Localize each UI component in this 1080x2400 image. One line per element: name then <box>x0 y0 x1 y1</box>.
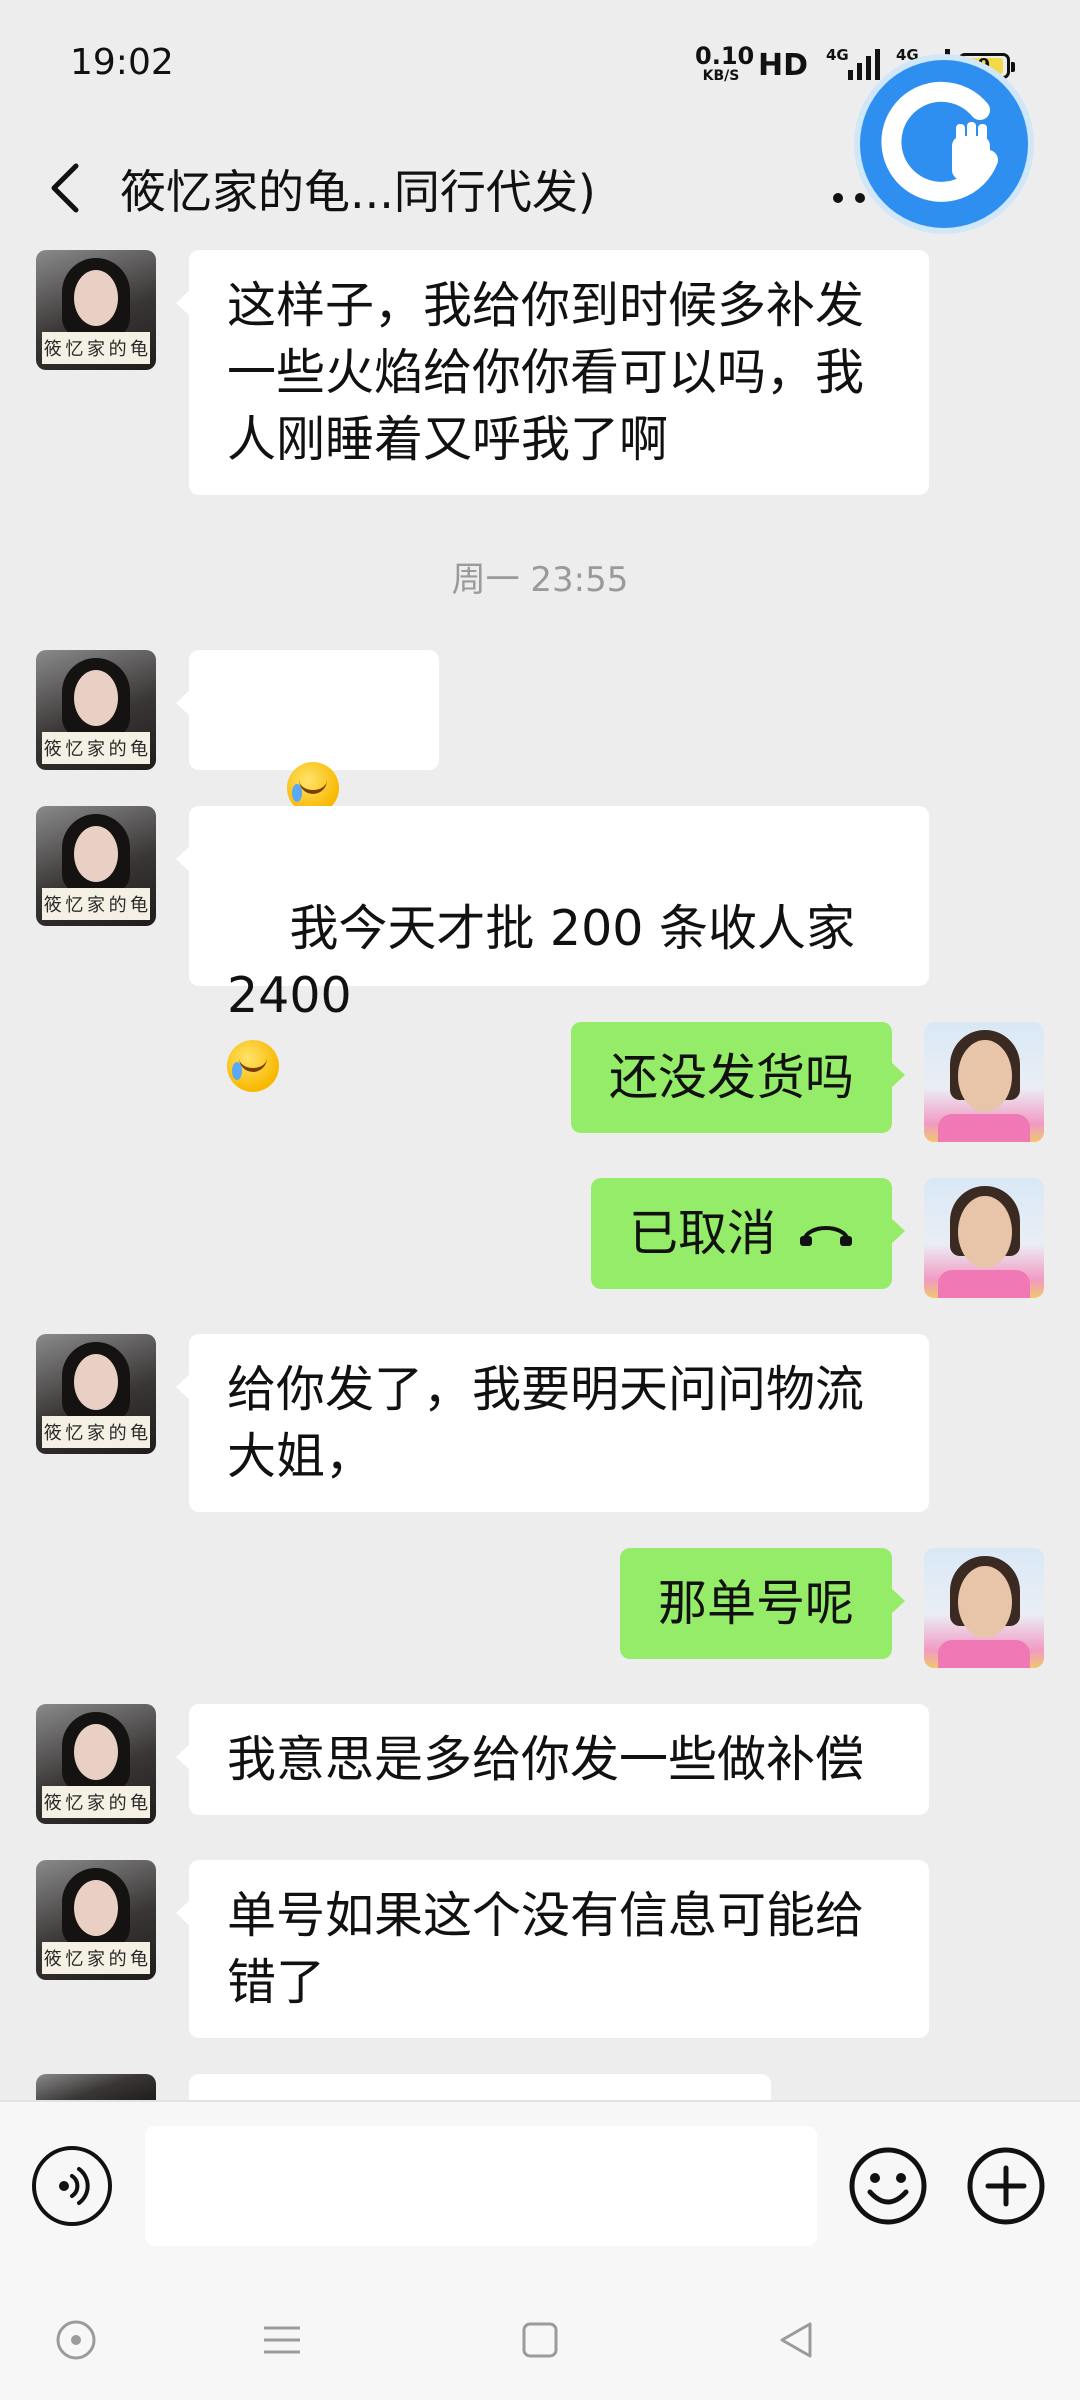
avatar-tag: 筱忆家的龟 <box>42 1416 150 1448</box>
square-icon <box>522 2322 558 2358</box>
contact-avatar[interactable]: 筱忆家的龟 <box>36 806 156 926</box>
avatar-tag: 筱忆家的龟 <box>42 1786 150 1818</box>
dot-circle-icon <box>56 2320 96 2360</box>
assistant-nav-button[interactable] <box>46 2310 106 2370</box>
emoji-button[interactable] <box>848 2146 928 2226</box>
network-speed-unit: KB/S <box>702 68 740 84</box>
avatar-tag: 筱忆家的龟 <box>42 332 150 364</box>
network-speed-value: 0.10 <box>695 42 755 70</box>
call-cancelled-bubble[interactable]: 已取消 <box>590 1178 906 1289</box>
fist-logo-icon <box>881 81 998 202</box>
signal-label: 4G <box>826 46 849 64</box>
back-nav-button[interactable] <box>766 2310 826 2370</box>
chevron-left-icon <box>51 163 79 213</box>
triangle-back-icon <box>780 2322 812 2358</box>
message-timestamp: 周一 23:55 <box>451 560 629 600</box>
message-bubble[interactable]: 那单号呢 <box>619 1548 906 1659</box>
message-bubble[interactable]: 我今天才批 200 条收人家 2400 <box>176 806 929 1092</box>
system-nav-bar <box>0 2280 1080 2400</box>
message-text: 已取消 <box>628 1205 776 1262</box>
home-nav-button[interactable] <box>510 2310 570 2370</box>
contact-avatar[interactable]: 筱忆家的龟 <box>36 250 156 370</box>
network-speed: 0.10 KB/S <box>695 42 755 84</box>
contact-avatar[interactable] <box>36 2074 156 2100</box>
status-time: 19:02 <box>70 42 174 83</box>
voice-input-button[interactable] <box>32 2146 112 2226</box>
voice-icon <box>59 2167 90 2205</box>
back-button[interactable] <box>30 148 110 228</box>
contact-avatar[interactable]: 筱忆家的龟 <box>36 1704 156 1824</box>
avatar-tag: 筱忆家的龟 <box>42 1942 150 1974</box>
menu-nav-button[interactable] <box>252 2310 312 2370</box>
crying-laughing-emoji-icon <box>227 1039 279 1092</box>
chat-title: 筱忆家的龟...同行代发) <box>120 165 596 219</box>
floating-app-logo[interactable] <box>860 60 1028 228</box>
plus-icon <box>967 2147 1045 2225</box>
my-avatar[interactable] <box>924 1548 1044 1668</box>
message-input[interactable] <box>145 2126 817 2246</box>
contact-avatar[interactable]: 筱忆家的龟 <box>36 650 156 770</box>
message-text: 我今天才批 200 条收人家 2400 <box>227 900 855 1024</box>
message-bubble[interactable]: 这样子，我给你到时候多补发 一些火焰给你你看可以吗，我 人刚睡着又呼我了啊 <box>176 250 929 495</box>
avatar-tag: 筱忆家的龟 <box>42 732 150 764</box>
my-avatar[interactable] <box>924 1178 1044 1298</box>
message-bubble[interactable]: 给你发了，我要明天问问物流 大姐， <box>176 1334 929 1512</box>
my-avatar[interactable] <box>924 1022 1044 1142</box>
message-bubble[interactable]: 还没发货吗 <box>570 1022 906 1133</box>
message-bubble[interactable]: 我意思是多给你发一些做补偿 <box>176 1704 929 1815</box>
hd-badge: HD <box>758 48 809 83</box>
smiley-icon <box>849 2147 927 2225</box>
phone-hangup-icon <box>800 1225 852 1246</box>
message-bubble[interactable]: 单号如果这个没有信息可能给 错了 <box>176 1860 929 2038</box>
chat-input-bar <box>0 2100 1080 2280</box>
message-bubble[interactable] <box>176 650 439 881</box>
contact-avatar[interactable]: 筱忆家的龟 <box>36 1334 156 1454</box>
menu-icon <box>264 2326 300 2354</box>
message-bubble[interactable] <box>176 2074 771 2140</box>
more-actions-button[interactable] <box>966 2146 1046 2226</box>
contact-avatar[interactable]: 筱忆家的龟 <box>36 1860 156 1980</box>
avatar-tag: 筱忆家的龟 <box>42 888 150 920</box>
